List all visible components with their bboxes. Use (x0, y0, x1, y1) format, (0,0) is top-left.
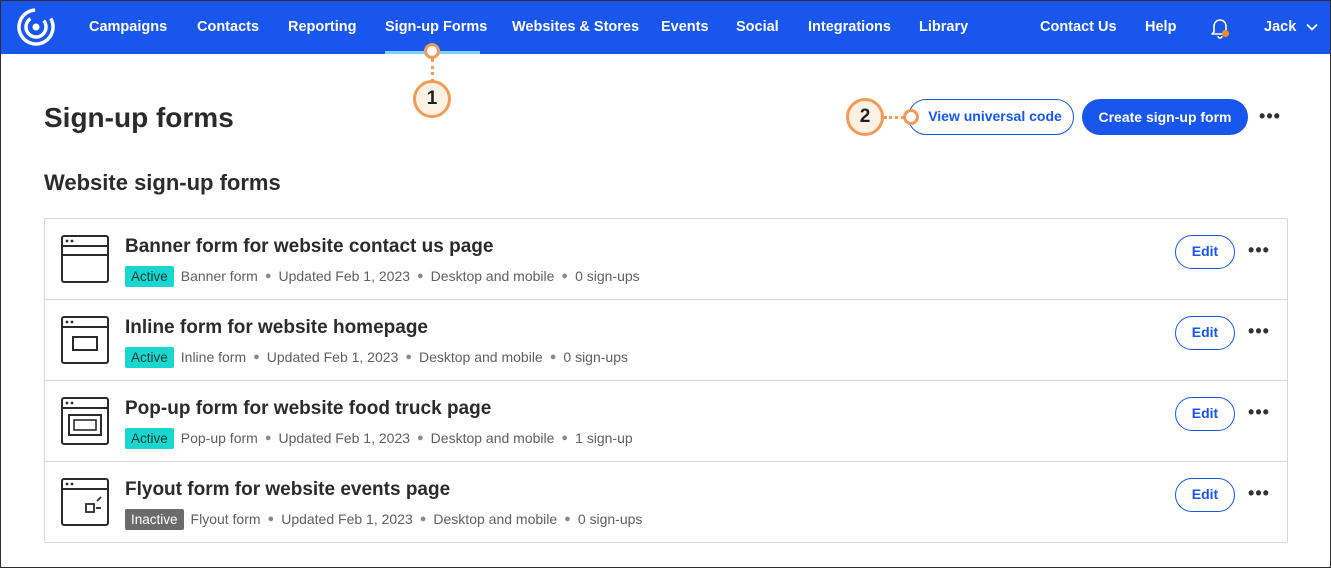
nav-integrations[interactable]: Integrations (808, 0, 891, 54)
nav-campaigns[interactable]: Campaigns (89, 0, 167, 54)
callout-2-marker (903, 109, 919, 125)
separator-dot: ● (561, 432, 569, 444)
callout-1-connector (431, 59, 434, 82)
create-sign-up-form-button[interactable]: Create sign-up form (1082, 99, 1248, 135)
form-updated: Updated Feb 1, 2023 (278, 268, 411, 284)
edit-button[interactable]: Edit (1175, 235, 1235, 269)
top-navigation-bar: Campaigns Contacts Reporting Sign-up For… (0, 0, 1331, 54)
section-title: Website sign-up forms (44, 170, 281, 195)
form-signups: 0 sign-ups (575, 268, 640, 284)
form-row-flyout[interactable]: Flyout form for website events page Inac… (45, 462, 1287, 543)
form-meta: Active Inline form ● Updated Feb 1, 2023… (125, 346, 628, 368)
page-title: Sign-up forms (44, 102, 234, 133)
separator-dot: ● (564, 513, 571, 525)
form-type: Flyout form (190, 511, 261, 527)
notification-bell-icon[interactable] (1209, 17, 1231, 39)
page-more-options-icon[interactable]: ••• (1258, 106, 1282, 128)
form-title[interactable]: Banner form for website contact us page (125, 236, 493, 258)
status-badge: Active (125, 265, 174, 287)
nav-contact-us[interactable]: Contact Us (1040, 0, 1117, 54)
row-more-options-icon[interactable]: ••• (1247, 241, 1271, 261)
form-updated: Updated Feb 1, 2023 (278, 430, 411, 446)
banner-form-icon (61, 235, 109, 283)
nav-events[interactable]: Events (661, 0, 709, 54)
form-meta: Active Pop-up form ● Updated Feb 1, 2023… (125, 427, 633, 449)
separator-dot: ● (264, 432, 272, 444)
form-type: Pop-up form (180, 430, 258, 446)
popup-form-icon (61, 397, 109, 445)
form-type: Banner form (180, 268, 258, 284)
form-devices: Desktop and mobile (433, 511, 558, 527)
row-more-options-icon[interactable]: ••• (1247, 403, 1271, 423)
edit-button[interactable]: Edit (1175, 316, 1235, 350)
form-devices: Desktop and mobile (418, 349, 543, 365)
nav-websites-stores[interactable]: Websites & Stores (512, 0, 639, 54)
form-signups: 1 sign-up (575, 430, 633, 446)
view-universal-code-button[interactable]: View universal code (908, 99, 1074, 135)
row-more-options-icon[interactable]: ••• (1247, 484, 1271, 504)
callout-2-connector (884, 116, 904, 119)
form-devices: Desktop and mobile (430, 430, 555, 446)
form-signups: 0 sign-ups (577, 511, 643, 527)
callout-2-number: 2 (846, 98, 884, 136)
form-meta: Active Banner form ● Updated Feb 1, 2023… (125, 265, 640, 287)
form-row-inline[interactable]: Inline form for website homepage Active … (45, 300, 1287, 381)
form-row-banner[interactable]: Banner form for website contact us page … (45, 219, 1287, 300)
form-row-popup[interactable]: Pop-up form for website food truck page … (45, 381, 1287, 462)
edit-button[interactable]: Edit (1175, 397, 1235, 431)
nav-library[interactable]: Library (919, 0, 968, 54)
status-badge: Active (125, 346, 174, 368)
nav-help[interactable]: Help (1145, 0, 1176, 54)
form-updated: Updated Feb 1, 2023 (266, 349, 399, 365)
separator-dot: ● (561, 270, 569, 282)
sign-up-form-list: Banner form for website contact us page … (44, 218, 1288, 543)
form-signups: 0 sign-ups (563, 349, 628, 365)
status-badge: Active (125, 427, 174, 449)
nav-contacts[interactable]: Contacts (197, 0, 259, 54)
constant-contact-logo-icon[interactable] (16, 7, 56, 47)
form-type: Inline form (180, 349, 247, 365)
separator-dot: ● (253, 351, 260, 363)
separator-dot: ● (264, 270, 272, 282)
chevron-down-icon[interactable] (1305, 20, 1319, 34)
separator-dot: ● (267, 513, 275, 525)
callout-1-number: 1 (413, 80, 451, 118)
user-menu-name[interactable]: Jack (1264, 0, 1296, 54)
nav-social[interactable]: Social (736, 0, 779, 54)
form-devices: Desktop and mobile (430, 268, 555, 284)
form-title[interactable]: Inline form for website homepage (125, 317, 428, 339)
flyout-form-icon (61, 478, 109, 526)
separator-dot: ● (549, 351, 557, 363)
form-title[interactable]: Flyout form for website events page (125, 479, 450, 501)
callout-1-marker (424, 43, 440, 59)
inline-form-icon (61, 316, 109, 364)
row-more-options-icon[interactable]: ••• (1247, 322, 1271, 342)
status-badge: Inactive (125, 508, 184, 530)
separator-dot: ● (417, 270, 424, 282)
form-meta: Inactive Flyout form ● Updated Feb 1, 20… (125, 508, 642, 530)
edit-button[interactable]: Edit (1175, 478, 1235, 512)
separator-dot: ● (419, 513, 427, 525)
separator-dot: ● (417, 432, 424, 444)
nav-reporting[interactable]: Reporting (288, 0, 356, 54)
separator-dot: ● (405, 351, 412, 363)
form-updated: Updated Feb 1, 2023 (281, 511, 413, 527)
form-title[interactable]: Pop-up form for website food truck page (125, 398, 491, 420)
